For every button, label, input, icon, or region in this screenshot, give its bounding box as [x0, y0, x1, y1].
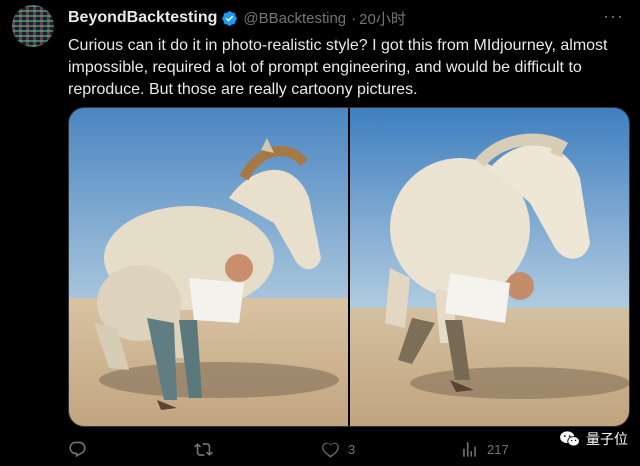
views-icon [463, 442, 476, 457]
author-avatar[interactable] [12, 5, 54, 47]
watermark-text: 量子位 [586, 431, 628, 447]
reply-button[interactable] [68, 440, 95, 459]
watermark: 量子位 [559, 429, 628, 449]
tweet-actions: 3 217 [68, 438, 628, 462]
more-icon[interactable]: ··· [603, 6, 624, 27]
verified-badge-icon [222, 10, 238, 26]
like-icon [322, 442, 339, 458]
reply-icon [69, 441, 86, 458]
tweet-header: BeyondBacktesting @BBacktesting · 20小时 [68, 8, 406, 28]
author-display-name[interactable]: BeyondBacktesting [68, 9, 217, 27]
like-count: 3 [348, 442, 356, 457]
wechat-icon [560, 431, 580, 447]
media-photo-left[interactable] [69, 108, 348, 426]
view-count: 217 [487, 442, 509, 457]
tweet-media [68, 107, 630, 427]
post-time[interactable]: 20小时 [359, 8, 406, 29]
views-button[interactable]: 217 [460, 440, 509, 459]
retweet-icon [194, 443, 213, 456]
author-handle[interactable]: @BBacktesting [243, 10, 346, 27]
tweet-text: Curious can it do it in photo-realistic … [68, 37, 608, 98]
header-separator: · [351, 9, 357, 27]
like-button[interactable]: 3 [321, 440, 355, 459]
retweet-button[interactable] [194, 440, 221, 459]
media-photo-right[interactable] [350, 108, 629, 426]
